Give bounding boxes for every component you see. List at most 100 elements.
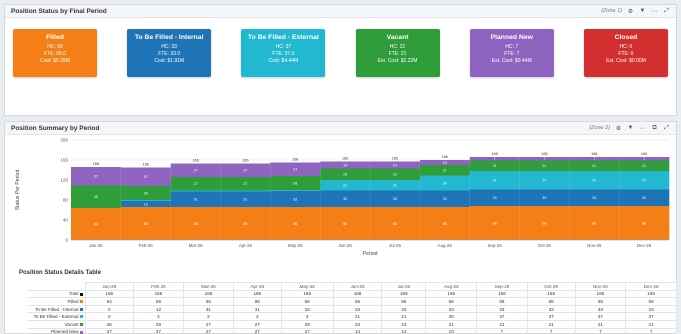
table-cell: 66 [132,297,184,306]
table-cell: 12 [132,304,184,314]
total-label: 166 [342,157,348,161]
status-card-metric: FTE: 33.0 [158,51,181,58]
expand-icon[interactable]: ⤢ [663,125,670,132]
settings-icon[interactable]: ⚙ [615,125,622,132]
x-tick-label: Nov-26 [587,243,602,248]
table-cell: 21 [381,312,427,321]
filter-icon[interactable]: ▼ [639,8,646,15]
table-column-header[interactable]: Jul-26 [381,282,427,291]
table-column-header[interactable]: Oct-26 [526,282,576,291]
status-card-to-be-filled-internal[interactable]: To Be Filled - Internal HC: 33 FTE: 33.0 Co… [127,29,212,77]
status-card-vacant[interactable]: Vacant HC: 21 FTE: 21 Est. Cost: $2.22M [355,29,440,77]
area-value-label: 68 [542,221,546,225]
status-card-metric: Est. Cost: $0.44M [491,58,532,65]
table-row[interactable]: Filled 64 66 66 66 66 66 66 66 68 68 68 68 [27,297,677,306]
menu-icon[interactable]: ⋯ [651,8,658,15]
status-card-title: Planned New [490,34,533,41]
area-value-label: 66 [443,222,447,226]
table-column-header[interactable]: Sep-26 [476,282,528,291]
table-row[interactable]: To Be Filled - Internal 0 12 31 31 32 33 33 33 33… [27,304,677,314]
y-tick-label: 0 [65,238,68,243]
table-column-header[interactable]: Dec-26 [625,282,677,291]
legend-swatch-icon [79,315,83,319]
area-value-label: 23 [343,173,347,177]
table-row[interactable]: Planned New 37 37 27 27 27 14 14 10 7 7 7 7 [27,327,677,334]
filter-icon[interactable]: ▼ [627,125,634,132]
legend-swatch-icon [79,300,83,304]
table-column-header[interactable]: Jun-26 [332,282,383,291]
table-cell: 166 [84,289,134,299]
area-value-label: 33 [542,196,546,200]
table-cell: 27 [280,327,334,334]
table-cell: 7 [574,327,627,334]
area-value-label: 27 [194,169,198,173]
area-segment-external[interactable] [170,190,221,192]
status-card-metric: HC: 7 [505,44,519,50]
total-label: 166 [591,152,597,156]
total-label: 166 [292,158,298,162]
area-value-label: 32 [293,197,297,201]
table-cell: 7 [625,327,677,334]
area-value-label: 68 [642,221,646,225]
table-cell: 27 [232,319,282,329]
status-card-filled[interactable]: Filled HC: 69 FTE: 68.0 Cost: $6.39M [13,29,97,77]
area-value-label: 37 [642,179,646,183]
table-row-label: Planned New [27,327,86,334]
table-column-header[interactable]: Feb-26 [132,282,184,291]
table-cell: 33 [425,304,478,314]
table-cell: 32 [280,304,334,314]
table-row[interactable]: Total 166 166 166 166 166 166 166 166 166 166 166 16… [27,289,677,299]
table-cell: 27 [182,319,234,329]
table-cell: 68 [526,297,576,306]
table-cell: 66 [425,297,478,306]
area-value-label: 66 [343,222,347,226]
area-value-label: 66 [393,222,397,226]
table-column-header[interactable]: Jan-26 [84,282,134,291]
area-value-label: 21 [393,184,397,188]
area-value-label: 66 [144,222,148,226]
table-cell: 7 [476,327,528,334]
table-cell: 166 [132,289,184,299]
table-row[interactable]: Vacant 45 28 27 27 28 23 23 21 21 21 21 21 [27,319,677,329]
table-cell: 14 [381,327,427,334]
table-cell: 21 [332,312,383,321]
table-column-header[interactable]: Mar-26 [182,282,234,291]
area-value-label: 30 [443,181,447,185]
table-column-header[interactable]: Apr-26 [232,282,282,291]
menu-icon[interactable]: ⋯ [639,125,646,132]
table-cell: 10 [425,327,478,334]
area-value-label: 28 [144,191,148,195]
status-card-to-be-filled-external[interactable]: To Be Filled - External HC: 37 FTE: 37.0 Co… [241,29,326,77]
area-value-label: 37 [94,175,98,179]
table-cell: 166 [425,289,478,299]
x-tick-label: Oct-26 [538,243,552,248]
status-panel-tools: (Zone 1) ⚙ ▼ ⋯ ⤢ [601,8,670,15]
area-value-label: 33 [493,196,497,200]
table-cell: 7 [526,327,576,334]
status-card-planned-new[interactable]: Planned New HC: 7 FTE: 7 Est. Cost: $0.44M [469,29,554,77]
area-segment-external[interactable] [270,190,321,191]
table-column-header[interactable]: Aug-26 [425,282,478,291]
table-column-header[interactable]: Nov-26 [574,282,627,291]
area-value-label: 33 [592,196,596,200]
area-segment-external[interactable] [120,200,171,201]
area-segment-external[interactable] [220,190,271,192]
zone-label: (Zone 2) [589,125,610,131]
x-axis-title: Period [363,251,378,257]
total-label: 166 [242,159,248,163]
status-card-closed[interactable]: Closed HC: 0 FTE: 0 Est. Cost: $0.00M [583,29,668,77]
status-card-metric: FTE: 21 [388,51,407,58]
area-value-label: 7 [543,157,545,161]
expand-icon[interactable]: ⤢ [663,8,670,15]
stacked-area-chart[interactable]: 0 40 80 120 160 200 64 66 66 66 66 66 66 66 68 68 68 68 12… [5,136,677,264]
table-cell: 37 [526,312,576,321]
status-card-metric: Est. Cost: $2.22M [377,58,418,65]
table-cell: 37 [132,327,184,334]
total-label: 166 [491,152,497,156]
area-value-label: 33 [393,197,397,201]
table-cell: 28 [280,319,334,329]
table-column-header[interactable]: May-26 [280,282,334,291]
copy-icon[interactable]: ⧉ [651,125,658,132]
table-row[interactable]: To Be Filled - External 0 2 2 2 2 21 21 30 37 37 37… [27,312,677,321]
settings-icon[interactable]: ⚙ [627,8,634,15]
